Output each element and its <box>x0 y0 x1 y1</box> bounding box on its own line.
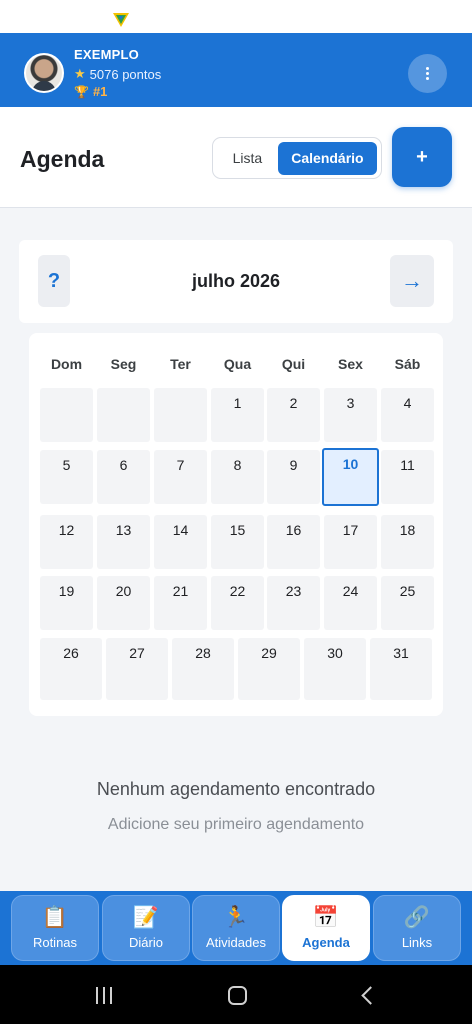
home-icon[interactable] <box>228 986 247 1005</box>
nav-item-label: Links <box>401 934 433 950</box>
link-icon: 🔗 <box>403 905 431 929</box>
calendar-day[interactable]: 23 <box>267 576 320 630</box>
calendar-day[interactable]: 11 <box>381 450 434 504</box>
nav-item-label: Rotinas <box>32 934 78 950</box>
calendar-day[interactable]: 5 <box>40 450 93 504</box>
calendar-day[interactable]: 9 <box>267 450 320 504</box>
weekday-label: Sex <box>338 356 363 372</box>
add-appointment-button[interactable]: + <box>392 127 452 187</box>
calendar-day[interactable]: 8 <box>211 450 264 504</box>
calendar-empty-cell <box>40 388 93 442</box>
avatar[interactable] <box>24 53 64 93</box>
more-menu-button[interactable] <box>408 54 447 93</box>
month-label: julho 2026 <box>191 271 281 291</box>
nav-item-rotinas[interactable]: 📋 Rotinas <box>11 895 99 961</box>
calendar-day[interactable]: 15 <box>211 515 264 569</box>
weekday-label: Qui <box>281 356 306 372</box>
rank-label: #1 <box>92 84 108 99</box>
toggle-calendar-button[interactable]: Calendário <box>277 141 377 175</box>
calendar-day-today[interactable]: 10 <box>322 448 379 506</box>
weekday-label: Ter <box>170 356 191 372</box>
calendar-day[interactable]: 2 <box>267 388 320 442</box>
user-rank: 🏆 #1 <box>74 84 107 99</box>
nav-item-label: Agenda <box>302 934 350 950</box>
calendar-day[interactable]: 18 <box>381 515 434 569</box>
app-logo-icon <box>113 13 129 27</box>
weekday-label: Sáb <box>394 356 421 372</box>
calendar-day[interactable]: 1 <box>211 388 264 442</box>
nav-item-links[interactable]: 🔗 Links <box>373 895 461 961</box>
page-header: Agenda Lista Calendário + <box>0 107 472 208</box>
calendar-day[interactable]: 6 <box>97 450 150 504</box>
calendar-day[interactable]: 28 <box>172 638 234 700</box>
calendar-day[interactable]: 20 <box>97 576 150 630</box>
calendar-day[interactable]: 22 <box>211 576 264 630</box>
calendar-day[interactable]: 7 <box>154 450 207 504</box>
view-toggle: Lista Calendário <box>212 137 382 179</box>
calendar-day[interactable]: 3 <box>324 388 377 442</box>
calendar-day[interactable]: 25 <box>381 576 434 630</box>
next-month-button[interactable]: → <box>390 255 434 307</box>
user-name: EXEMPLO <box>74 47 139 62</box>
app-header: EXEMPLO ★ 5076 pontos 🏆 #1 <box>0 33 472 107</box>
runner-icon: 🏃 <box>222 905 250 929</box>
calendar-day[interactable]: 16 <box>267 515 320 569</box>
nav-item-label: Diário <box>129 934 163 950</box>
system-navigation-bar <box>0 965 472 1024</box>
back-icon[interactable] <box>361 986 380 1005</box>
empty-state-subtitle: Adicione seu primeiro agendamento <box>107 816 365 833</box>
calendar-day[interactable]: 26 <box>40 638 102 700</box>
trophy-icon: 🏆 <box>74 84 89 99</box>
status-bar <box>0 0 472 33</box>
points-label: 5076 pontos <box>89 66 162 82</box>
calendar-day[interactable]: 14 <box>154 515 207 569</box>
calendar-day[interactable]: 17 <box>324 515 377 569</box>
nav-item-agenda[interactable]: 📅 Agenda <box>282 895 370 961</box>
recents-icon[interactable] <box>96 987 116 1004</box>
calendar-day[interactable]: 24 <box>324 576 377 630</box>
weekday-label: Qua <box>223 356 252 372</box>
page-title: Agenda <box>20 146 105 172</box>
nav-item-atividades[interactable]: 🏃 Atividades <box>192 895 280 961</box>
calendar-day[interactable]: 12 <box>40 515 93 569</box>
calendar-day[interactable]: 30 <box>304 638 366 700</box>
calendar-day[interactable]: 13 <box>97 515 150 569</box>
memo-icon: 📝 <box>132 905 160 929</box>
empty-state-title: Nenhum agendamento encontrado <box>96 779 376 799</box>
calendar-day[interactable]: 27 <box>106 638 168 700</box>
calendar-day[interactable]: 29 <box>238 638 300 700</box>
toggle-list-button[interactable]: Lista <box>217 142 278 175</box>
calendar-day[interactable]: 31 <box>370 638 432 700</box>
calendar-icon: 📅 <box>312 905 340 929</box>
star-icon: ★ <box>74 66 86 81</box>
calendar-day[interactable]: 21 <box>154 576 207 630</box>
weekday-label: Seg <box>110 356 137 372</box>
calendar-grid: Dom Seg Ter Qua Qui Sex Sáb 1 2 3 4 5 6 7 8 9 10 11 12 13 14… <box>29 333 443 716</box>
nav-item-label: Atividades <box>206 934 266 950</box>
more-vert-icon <box>426 67 429 80</box>
month-navigation: ? julho 2026 → <box>19 240 453 323</box>
calendar-day[interactable]: 19 <box>40 576 93 630</box>
calendar-empty-cell <box>97 388 150 442</box>
calendar-day[interactable]: 4 <box>381 388 434 442</box>
user-points: ★ 5076 pontos <box>74 66 161 82</box>
bottom-navigation: 📋 Rotinas 📝 Diário 🏃 Atividades 📅 Agenda 🔗 Links <box>0 891 472 965</box>
clipboard-icon: 📋 <box>41 905 69 929</box>
nav-item-diario[interactable]: 📝 Diário <box>102 895 190 961</box>
weekday-label: Dom <box>50 356 83 372</box>
calendar-empty-cell <box>154 388 207 442</box>
